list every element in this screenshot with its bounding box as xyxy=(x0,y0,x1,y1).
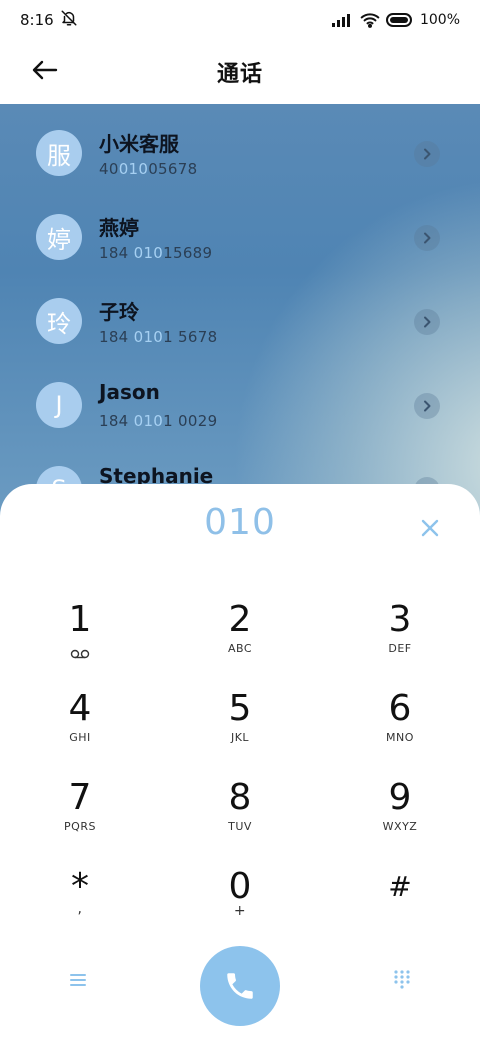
number-prefix: 184 xyxy=(99,244,134,262)
key-letters: GHI xyxy=(69,731,91,744)
key-digit: 3 xyxy=(388,599,412,640)
key-8[interactable]: 8 TUV xyxy=(180,772,300,852)
header: 通话 xyxy=(0,40,480,104)
contact-name: 子玲 xyxy=(99,300,139,324)
contact-list[interactable]: 服 小米客服 4001005678 婷 燕婷 184 01015689 玲 子玲… xyxy=(0,104,480,524)
number-suffix: 1 5678 xyxy=(163,328,218,346)
signal-icon xyxy=(331,13,354,27)
battery-level: 100% xyxy=(419,12,460,28)
avatar: 玲 xyxy=(36,298,82,344)
key-letters: WXYZ xyxy=(382,820,418,833)
arrow-left-icon xyxy=(32,60,58,84)
chevron-right-icon xyxy=(424,148,431,160)
key-digit: 8 xyxy=(228,777,252,818)
key-letters: ABC xyxy=(227,642,253,655)
key-9[interactable]: 9 WXYZ xyxy=(340,772,460,852)
voicemail-icon xyxy=(70,644,90,663)
number-match: 010 xyxy=(133,244,164,262)
key-2[interactable]: 2 ABC xyxy=(180,594,300,674)
avatar: 服 xyxy=(36,130,82,176)
number-prefix: 184 xyxy=(99,412,134,430)
menu-button[interactable] xyxy=(58,960,98,1000)
chevron-right-icon xyxy=(424,232,431,244)
key-digit: 6 xyxy=(388,688,412,729)
key-1[interactable]: 1 xyxy=(20,594,140,674)
key-digit: 7 xyxy=(68,777,92,818)
key-digit: 9 xyxy=(388,777,412,818)
contact-number: 184 0101 5678 xyxy=(99,328,217,346)
contact-number: 184 01015689 xyxy=(99,244,212,262)
chevron-right-icon xyxy=(424,400,431,412)
back-button[interactable] xyxy=(26,54,64,90)
phone-icon xyxy=(227,973,253,999)
key-6[interactable]: 6 MNO xyxy=(340,683,460,763)
avatar: 婷 xyxy=(36,214,82,260)
status-time: 8:16 xyxy=(20,11,54,29)
key-digit: 1 xyxy=(68,599,92,640)
clear-button[interactable] xyxy=(414,512,446,544)
number-suffix: 15689 xyxy=(163,244,213,262)
key-letters: + xyxy=(233,903,247,919)
number-match: 010 xyxy=(133,412,164,430)
key-digit: # xyxy=(388,870,412,903)
key-letters: DEF xyxy=(388,642,412,655)
list-item[interactable]: J Jason 184 0101 0029 xyxy=(0,368,480,452)
contact-detail-button[interactable] xyxy=(414,393,440,419)
wifi-icon xyxy=(360,12,380,28)
contact-detail-button[interactable] xyxy=(414,225,440,251)
contact-detail-button[interactable] xyxy=(414,309,440,335)
number-prefix: 40 xyxy=(99,160,119,178)
key-5[interactable]: 5 JKL xyxy=(180,683,300,763)
close-icon xyxy=(421,519,439,537)
number-suffix: 1 0029 xyxy=(163,412,218,430)
key-digit: 4 xyxy=(68,688,92,729)
key-4[interactable]: 4 GHI xyxy=(20,683,140,763)
menu-icon xyxy=(70,974,86,986)
number-match: 010 xyxy=(133,328,164,346)
chevron-right-icon xyxy=(424,316,431,328)
dialed-number[interactable]: 010 xyxy=(0,502,480,543)
key-letters: JKL xyxy=(230,731,250,744)
list-item[interactable]: 服 小米客服 4001005678 xyxy=(0,116,480,200)
list-item[interactable]: 婷 燕婷 184 01015689 xyxy=(0,200,480,284)
status-bar: 8:16 100% xyxy=(0,0,480,40)
key-letters: MNO xyxy=(386,731,414,744)
contact-name: 小米客服 xyxy=(99,132,179,156)
number-prefix: 184 xyxy=(99,328,134,346)
dialpad-icon xyxy=(394,970,410,989)
key-3[interactable]: 3 DEF xyxy=(340,594,460,674)
contact-name: 燕婷 xyxy=(99,216,139,240)
battery-icon xyxy=(385,13,414,27)
key-star[interactable]: * , xyxy=(20,861,140,941)
contact-detail-button[interactable] xyxy=(414,141,440,167)
status-left: 8:16 xyxy=(20,9,78,31)
key-digit: 2 xyxy=(228,599,252,640)
call-button[interactable] xyxy=(200,946,280,1026)
contact-number: 4001005678 xyxy=(99,160,197,178)
key-digit: 0 xyxy=(228,866,252,907)
key-letters: TUV xyxy=(228,820,252,833)
bell-off-icon xyxy=(60,9,78,31)
key-0[interactable]: 0 + xyxy=(180,861,300,941)
number-match: 010 xyxy=(118,160,149,178)
key-7[interactable]: 7 PQRS xyxy=(20,772,140,852)
contact-number: 184 0101 0029 xyxy=(99,412,217,430)
contact-name: Jason xyxy=(99,380,160,404)
key-letters: , xyxy=(77,901,83,917)
dialpad-toggle-button[interactable] xyxy=(382,960,422,1000)
key-hash[interactable]: # xyxy=(340,861,460,941)
list-item[interactable]: 玲 子玲 184 0101 5678 xyxy=(0,284,480,368)
status-right: 100% xyxy=(331,12,460,28)
number-suffix: 05678 xyxy=(148,160,198,178)
avatar: J xyxy=(36,382,82,428)
bottom-action-bar xyxy=(0,946,480,1026)
page-title: 通话 xyxy=(216,62,263,87)
key-digit: 5 xyxy=(228,688,252,729)
key-letters: PQRS xyxy=(64,820,96,833)
